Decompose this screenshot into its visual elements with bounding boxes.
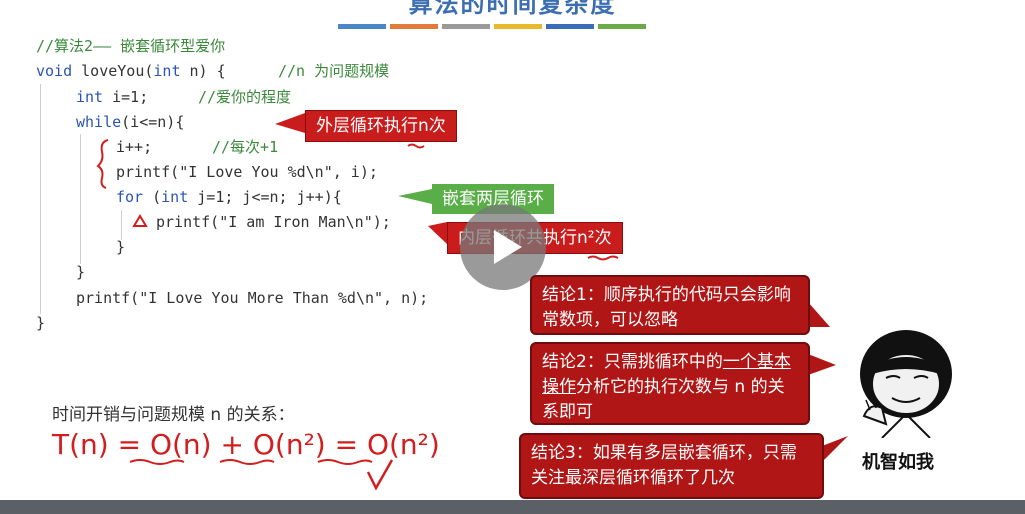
squiggle-mark: [587, 255, 619, 261]
checkmark: [366, 459, 394, 491]
callout-pointer: [822, 436, 848, 462]
callout-pointer: [398, 189, 432, 204]
code-text: (i<=n){: [121, 113, 185, 131]
keyword: void: [36, 62, 73, 80]
code-text: loveYou(: [72, 62, 154, 80]
code-text: i=1;: [103, 88, 149, 106]
relation-label: 时间开销与问题规模 n 的关系：: [52, 405, 295, 425]
code-comment-line: //算法2—— 嵌套循环型爱你: [36, 37, 226, 55]
code-comment: //每次+1: [212, 138, 279, 156]
indent-guide: [40, 84, 41, 314]
color-bar: [494, 24, 542, 29]
code-line-close-function: }: [36, 314, 46, 332]
code-line-for: for (int j=1; j<=n; j++){: [116, 188, 342, 206]
code-line-printf-love: printf("I Love You %d\n", i);: [116, 163, 378, 181]
color-bar: [442, 24, 490, 29]
brace-mark: [96, 139, 109, 189]
keyword: int: [76, 88, 104, 106]
code-line-while: while(i<=n){: [76, 113, 184, 131]
keyword: for: [116, 188, 144, 206]
complexity-formula: T(n) = O(n) + O(n²) = O(n²): [52, 428, 440, 461]
color-bar: [546, 24, 594, 29]
code-line-printf-more: printf("I Love You More Than %d\n", n);: [76, 289, 429, 307]
title-color-bars: [338, 24, 646, 29]
keyword: int: [161, 188, 189, 206]
video-control-bar[interactable]: [0, 500, 1025, 514]
conclusion-3: 结论3：如果有多层嵌套循环，只需关注最深层循环循环了几次: [519, 433, 824, 499]
code-line-printf-iron: printf("I am Iron Man\n");: [156, 213, 391, 231]
code-line-close-while: }: [76, 263, 86, 281]
code-line-close-for: }: [116, 238, 126, 256]
code-text: j=1; j<=n; j++){: [188, 188, 342, 206]
code-text: n) {: [180, 62, 226, 80]
callout-pointer: [428, 222, 447, 244]
indent-guide: [121, 210, 122, 240]
color-bar: [338, 24, 386, 29]
indent-guide: [80, 134, 81, 264]
code-line-function-signature: void loveYou(int n) {: [36, 62, 226, 80]
conclusion-2-text: 分析它的执行次数与 n 的关系即可: [542, 377, 785, 422]
conclusion-2: 结论2：只需挑循环中的一个基本操作分析它的执行次数与 n 的关系即可: [530, 342, 810, 425]
conclusion-1: 结论1：顺序执行的代码只会影响常数项，可以忽略: [530, 275, 810, 335]
slide-title: 算法的时间复杂度: [408, 0, 617, 18]
conclusion-2-text: 结论2：只需挑循环中的: [542, 352, 723, 372]
squiggle-mark: [407, 143, 425, 149]
code-comment: //爱你的程度: [198, 88, 292, 106]
callout-pointer: [275, 113, 305, 133]
keyword: while: [76, 113, 122, 131]
code-text: (: [143, 188, 162, 206]
code-comment: //n 为问题规模: [278, 62, 390, 80]
color-bar: [390, 24, 438, 29]
meme-face-icon: [860, 330, 952, 438]
meme-caption: 机智如我: [862, 452, 934, 473]
keyword: int: [153, 62, 181, 80]
color-bar: [598, 24, 646, 29]
code-line-int-i: int i=1;: [76, 88, 148, 106]
code-line-increment: i++;: [116, 138, 153, 156]
callout-pointer: [808, 354, 836, 375]
callout-pointer: [808, 302, 830, 327]
outer-loop-callout: 外层循环执行n次: [305, 110, 457, 142]
triangle-mark: [132, 214, 148, 227]
